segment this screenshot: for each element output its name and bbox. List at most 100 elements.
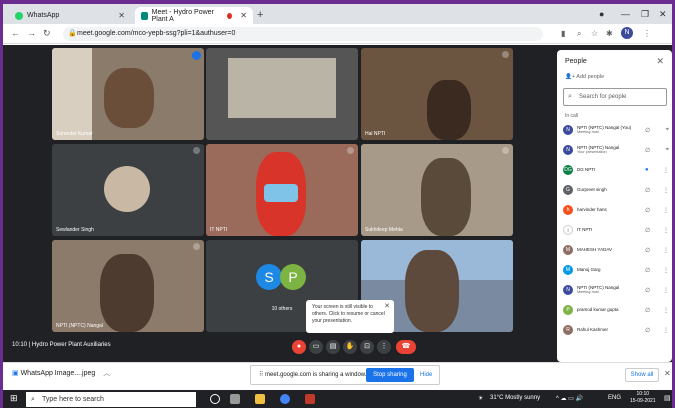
participant-row[interactable]: i IT NPTI ∅ ⋮: [563, 223, 669, 237]
notifications-icon[interactable]: ▤: [664, 394, 671, 402]
url-text: meet.google.com/mco-yepb-ssg?pli=1&authu…: [77, 30, 236, 37]
clock[interactable]: 10:10 15-09-2021: [630, 391, 656, 404]
more-icon[interactable]: ⋮: [663, 307, 669, 314]
pin-icon[interactable]: ⌖: [666, 147, 669, 154]
avatar: N: [563, 125, 573, 135]
participant-row[interactable]: N NPTI (NPTC) Nangal (You) Meeting host ∅…: [563, 123, 669, 137]
close-icon[interactable]: ✕: [656, 56, 664, 67]
weather-icon[interactable]: ☀: [478, 395, 483, 402]
mic-off-icon: ∅: [645, 187, 651, 194]
zoom-icon[interactable]: ⌕: [577, 29, 581, 39]
end-call-button[interactable]: ☎: [396, 340, 416, 354]
presenting-popup[interactable]: Your screen is still visible to others. …: [306, 300, 394, 333]
tab-meet[interactable]: Meet - Hydro Power Plant A ✕: [135, 7, 253, 24]
more-icon[interactable]: ⋮: [663, 267, 669, 274]
participant-row[interactable]: N NPTI (NPTC) Nangal Your presentation ∅ ⌖: [563, 143, 669, 157]
more-icon[interactable]: ⋮: [663, 287, 669, 294]
more-icon[interactable]: ⋮: [663, 167, 669, 174]
cortana-icon[interactable]: [210, 394, 220, 404]
more-icon[interactable]: ⋮: [663, 207, 669, 214]
participant-row[interactable]: M MAHESH YADAV ∅ ⋮: [563, 243, 669, 257]
participant-row[interactable]: N NPTI (NPTC) Nangal Meeting host ∅ ⋮: [563, 283, 669, 297]
video-tile[interactable]: Hal NPTI: [361, 48, 513, 140]
video-tile[interactable]: IT NPTI: [206, 144, 358, 236]
video-tile[interactable]: Sukhdeep Mehta: [361, 144, 513, 236]
participant-row[interactable]: M Manoj Garg ∅ ⋮: [563, 263, 669, 277]
search-input[interactable]: ⌕ Search for people: [563, 88, 667, 106]
video-tile[interactable]: Surender Kumar: [52, 48, 204, 140]
search-placeholder: Search for people: [579, 94, 627, 100]
close-icon[interactable]: ✕: [384, 302, 390, 312]
new-tab-button[interactable]: +: [257, 9, 263, 21]
camera-icon[interactable]: ▮: [561, 29, 565, 38]
more-icon[interactable]: ⋮: [663, 187, 669, 194]
tab-whatsapp[interactable]: WhatsApp ✕: [9, 7, 131, 24]
taskbar-search[interactable]: ⌕ Type here to search: [26, 392, 196, 407]
weather-text[interactable]: 31°C Mostly sunny: [490, 395, 540, 401]
more-icon[interactable]: ⋮: [663, 227, 669, 234]
menu-icon[interactable]: ⋮: [643, 29, 651, 38]
tray-icons[interactable]: ^ ☁ ▭ 🔊: [556, 395, 583, 402]
show-all-button[interactable]: Show all: [625, 368, 659, 382]
chevron-up-icon[interactable]: ︿: [103, 370, 110, 377]
avatar: P: [280, 264, 306, 290]
video-tile[interactable]: Sewlander Singh: [52, 144, 204, 236]
avatar: i: [563, 225, 573, 235]
close-tab-icon[interactable]: ✕: [240, 11, 247, 20]
participant-name: NPTI (NPTC) Nangal Your presentation: [577, 145, 641, 155]
reload-icon[interactable]: ↻: [43, 28, 51, 39]
tile-name: IT NPTI: [210, 227, 228, 233]
presentation-tile[interactable]: [206, 48, 358, 140]
stop-sharing-button[interactable]: Stop sharing: [366, 368, 414, 382]
forward-icon[interactable]: →: [27, 28, 36, 38]
mic-off-icon: ∅: [645, 147, 651, 154]
task-view-icon[interactable]: [230, 394, 240, 404]
more-options-button[interactable]: ⋮: [377, 340, 391, 354]
present-button[interactable]: ⊡: [360, 340, 374, 354]
video-tile[interactable]: NPTI (NPTC) Nangal: [52, 240, 204, 332]
more-icon[interactable]: ⋮: [663, 327, 669, 334]
windows-start-icon[interactable]: ⊞: [10, 393, 18, 404]
participant-name: DG NPTI: [577, 167, 596, 173]
speaking-icon: ●: [645, 166, 649, 173]
profile-icon[interactable]: ●: [599, 9, 604, 19]
add-people-button[interactable]: 👤+ Add people: [565, 74, 604, 80]
chrome-icon[interactable]: [280, 394, 290, 404]
back-icon[interactable]: ←: [11, 28, 20, 38]
download-item[interactable]: ▣ WhatsApp Image....jpeg ︿: [12, 368, 110, 378]
hide-button[interactable]: Hide: [420, 368, 432, 382]
more-icon[interactable]: ⋮: [663, 247, 669, 254]
close-window-button[interactable]: ✕: [659, 9, 667, 20]
close-icon[interactable]: ✕: [664, 369, 671, 378]
minimize-button[interactable]: —: [621, 9, 630, 19]
bookmark-star-icon[interactable]: ☆: [591, 29, 598, 38]
language-indicator[interactable]: ENG: [608, 395, 621, 401]
name-text: NPTI (NPTC) Nangal: [577, 285, 620, 291]
date-text: 15-09-2021: [630, 397, 656, 404]
mic-off-icon: ∅: [645, 247, 651, 254]
avatar[interactable]: N: [621, 27, 633, 39]
presentation-slide: [228, 58, 336, 118]
address-bar[interactable]: 🔒 meet.google.com/mco-yepb-ssg?pli=1&aut…: [63, 27, 543, 41]
camera-toggle-button[interactable]: ▭: [309, 340, 323, 354]
extensions-icon[interactable]: ✱: [606, 29, 613, 38]
powerpoint-icon[interactable]: [305, 394, 315, 404]
participant-row[interactable]: P pramod kumar gupta ∅ ⋮: [563, 303, 669, 317]
participant-name: harvinder hans: [577, 207, 607, 213]
mic-off-icon: ∅: [645, 287, 651, 294]
participant-name: NPTI (NPTC) Nangal (You) Meeting host: [577, 125, 641, 135]
pin-icon[interactable]: ⌖: [666, 127, 669, 134]
participant-row[interactable]: R Rahul Kashmer ∅ ⋮: [563, 323, 669, 337]
maximize-button[interactable]: ❐: [641, 9, 649, 20]
close-tab-icon[interactable]: ✕: [118, 11, 125, 20]
avatar: N: [563, 285, 573, 295]
captions-button[interactable]: ▤: [326, 340, 340, 354]
mic-toggle-button[interactable]: ●: [292, 340, 306, 354]
section-label: In call: [565, 113, 579, 119]
participant-row[interactable]: G Gurpreet singh ∅ ⋮: [563, 183, 669, 197]
person-image: [100, 254, 154, 332]
participant-row[interactable]: DG DG NPTI ● ⋮: [563, 163, 669, 177]
raise-hand-button[interactable]: ✋: [343, 340, 357, 354]
participant-row[interactable]: h harvinder hans ∅ ⋮: [563, 203, 669, 217]
file-explorer-icon[interactable]: [255, 394, 265, 404]
